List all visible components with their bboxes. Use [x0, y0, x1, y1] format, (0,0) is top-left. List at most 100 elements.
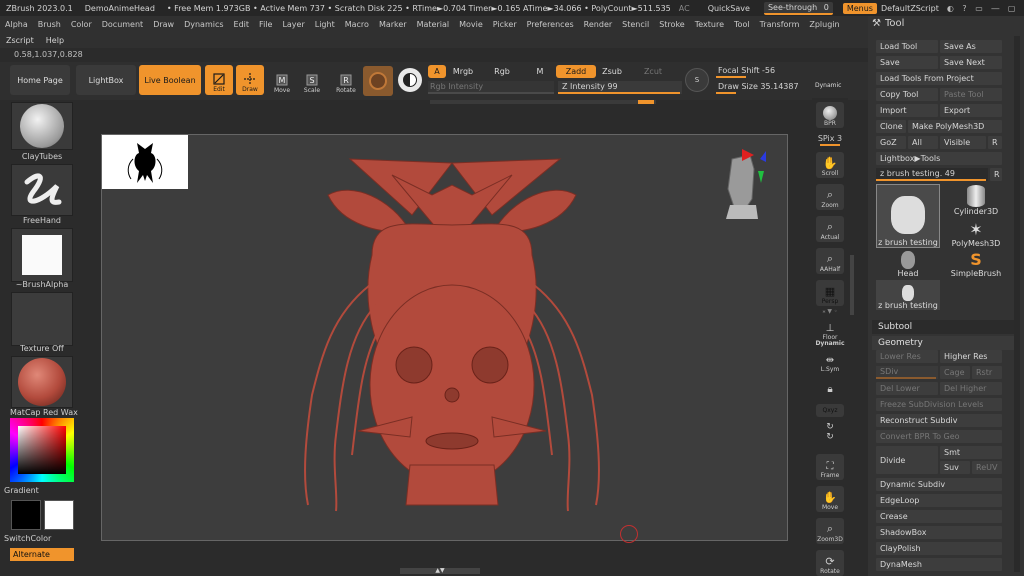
menu-macro[interactable]: Macro: [340, 20, 374, 29]
z-intensity-slider[interactable]: Z Intensity 99: [558, 81, 682, 94]
rgb-intensity-slider[interactable]: Rgb Intensity: [428, 81, 554, 94]
live-boolean-button[interactable]: Live Boolean: [139, 65, 201, 95]
color-picker-square[interactable]: [18, 426, 66, 474]
suv-toggle[interactable]: Suv: [940, 461, 970, 474]
actual-button[interactable]: ⌕ Actual: [816, 216, 844, 242]
texture-selector[interactable]: [11, 292, 73, 346]
all-button[interactable]: All: [908, 136, 938, 149]
make-polymesh3d-button[interactable]: Make PolyMesh3D: [908, 120, 1002, 133]
r-button[interactable]: R: [988, 136, 1002, 149]
lightbox-button[interactable]: LightBox: [76, 65, 136, 95]
tool-thumb-cylinder3d[interactable]: Cylinder3D: [944, 184, 1008, 216]
menu-tool[interactable]: Tool: [729, 20, 755, 29]
menu-document[interactable]: Document: [97, 20, 148, 29]
bpr-button[interactable]: BPR: [816, 102, 844, 128]
freeze-subdivision-button[interactable]: Freeze SubDivision Levels: [876, 398, 1002, 411]
primary-color-swatch[interactable]: [11, 500, 41, 530]
sculpted-head-model[interactable]: [292, 155, 632, 515]
edit-button[interactable]: Edit: [205, 65, 233, 95]
xyz-button[interactable]: Qxyz: [816, 404, 844, 417]
tool-thumb-zbrush-testing-2[interactable]: z brush testing: [876, 280, 940, 310]
move-button[interactable]: M Move: [270, 68, 294, 94]
material-selector[interactable]: [11, 356, 73, 408]
canvas-bottom-scroll[interactable]: ▲▼: [400, 568, 480, 574]
edgeloop-button[interactable]: EdgeLoop: [876, 494, 1002, 507]
see-through-slider[interactable]: See-through 0: [763, 1, 833, 15]
zcut-button[interactable]: Zcut: [640, 65, 666, 78]
quicksave-button[interactable]: QuickSave: [708, 4, 750, 13]
spix-slider[interactable]: SPix 3: [812, 134, 848, 143]
menu-marker[interactable]: Marker: [374, 20, 412, 29]
goz-button[interactable]: GoZ: [876, 136, 906, 149]
load-tool-button[interactable]: Load Tool: [876, 40, 938, 53]
focal-shift-slider[interactable]: Focal Shift -56: [716, 65, 812, 78]
claypolish-button[interactable]: ClayPolish: [876, 542, 1002, 555]
alternate-button[interactable]: Alternate: [10, 548, 74, 561]
smt-toggle[interactable]: Smt: [940, 446, 1002, 459]
tool-thumb-head[interactable]: Head: [876, 248, 940, 278]
dynamic-subdiv-button[interactable]: Dynamic Subdiv: [876, 478, 1002, 491]
m-button[interactable]: M: [530, 65, 550, 78]
menu-alpha[interactable]: Alpha: [0, 20, 33, 29]
mrgb-button[interactable]: Mrgb: [449, 65, 477, 78]
convert-bpr-button[interactable]: Convert BPR To Geo: [876, 430, 1002, 443]
tool-thumb-simplebrush[interactable]: S SimpleBrush: [944, 248, 1008, 278]
menu-stencil[interactable]: Stencil: [617, 20, 654, 29]
menu-help[interactable]: Help: [40, 36, 70, 45]
secondary-color-swatch[interactable]: [44, 500, 74, 530]
lower-res-button[interactable]: Lower Res: [876, 350, 938, 363]
menu-texture[interactable]: Texture: [690, 20, 729, 29]
current-tool-slider[interactable]: z brush testing. 49: [876, 168, 988, 181]
menu-zscript[interactable]: Zscript: [0, 36, 40, 45]
menu-stroke[interactable]: Stroke: [654, 20, 690, 29]
draw-button[interactable]: Draw: [236, 65, 264, 95]
a-button[interactable]: A: [428, 65, 446, 78]
subtool-header[interactable]: Subtool: [872, 320, 1020, 334]
aahalf-button[interactable]: ⌕ AAHalf: [816, 248, 844, 274]
sdiv-slider[interactable]: SDiv: [876, 366, 938, 379]
rgb-button[interactable]: Rgb: [490, 65, 514, 78]
menu-color[interactable]: Color: [66, 20, 97, 29]
menu-draw[interactable]: Draw: [148, 20, 179, 29]
document-canvas[interactable]: [101, 134, 788, 543]
import-button[interactable]: Import: [876, 104, 938, 117]
tool-thumb-polymesh3d[interactable]: ✶ PolyMesh3D: [944, 216, 1008, 248]
window-icons[interactable]: ◐ ? ▭ ― ▢ ✕: [947, 4, 1024, 13]
zadd-button[interactable]: Zadd: [556, 65, 596, 78]
rotate-axis-icons[interactable]: ↻ ↻: [812, 422, 848, 442]
higher-res-button[interactable]: Higher Res: [940, 350, 1002, 363]
switchcolor-button[interactable]: SwitchColor: [4, 534, 66, 543]
right-shelf-scroll[interactable]: [850, 255, 854, 315]
reuv-button[interactable]: ReUV: [972, 461, 1002, 474]
draw-size-dial[interactable]: S: [685, 68, 709, 92]
draw-size-slider[interactable]: Draw Size 35.14387: [716, 81, 812, 94]
frame-button[interactable]: ⛶ Frame: [816, 454, 844, 480]
paste-tool-button[interactable]: Paste Tool: [940, 88, 1002, 101]
color-wheel-button[interactable]: [398, 68, 422, 92]
tool-palette-scrollbar[interactable]: [1014, 36, 1020, 572]
rstr-button[interactable]: Rstr: [972, 366, 1002, 379]
menu-layer[interactable]: Layer: [277, 20, 309, 29]
default-zscript[interactable]: DefaultZScript: [881, 4, 939, 13]
crease-button[interactable]: Crease: [876, 510, 1002, 523]
tool-thumb-zbrush-testing[interactable]: z brush testing: [876, 184, 940, 248]
top-shelf-scroll[interactable]: [430, 100, 656, 104]
visible-button[interactable]: Visible: [940, 136, 986, 149]
save-next-button[interactable]: Save Next: [940, 56, 1002, 69]
dynamic-toggle[interactable]: Dynamic: [815, 82, 841, 89]
zsub-button[interactable]: Zsub: [598, 65, 626, 78]
geometry-header[interactable]: Geometry: [872, 336, 1020, 350]
menu-zplugin[interactable]: Zplugin: [804, 20, 844, 29]
current-tool-r-button[interactable]: R: [990, 168, 1002, 181]
menu-brush[interactable]: Brush: [33, 20, 66, 29]
menu-transform[interactable]: Transform: [755, 20, 805, 29]
menu-light[interactable]: Light: [310, 20, 340, 29]
menu-picker[interactable]: Picker: [488, 20, 522, 29]
floor-button[interactable]: ⊥ Floor: [816, 316, 844, 342]
cage-button[interactable]: Cage: [940, 366, 970, 379]
rotate-button[interactable]: R Rotate: [333, 68, 359, 94]
menu-dynamics[interactable]: Dynamics: [179, 20, 228, 29]
scale-button[interactable]: S Scale: [300, 68, 324, 94]
navigation-head-gizmo[interactable]: [720, 149, 768, 219]
save-as-button[interactable]: Save As: [940, 40, 1002, 53]
